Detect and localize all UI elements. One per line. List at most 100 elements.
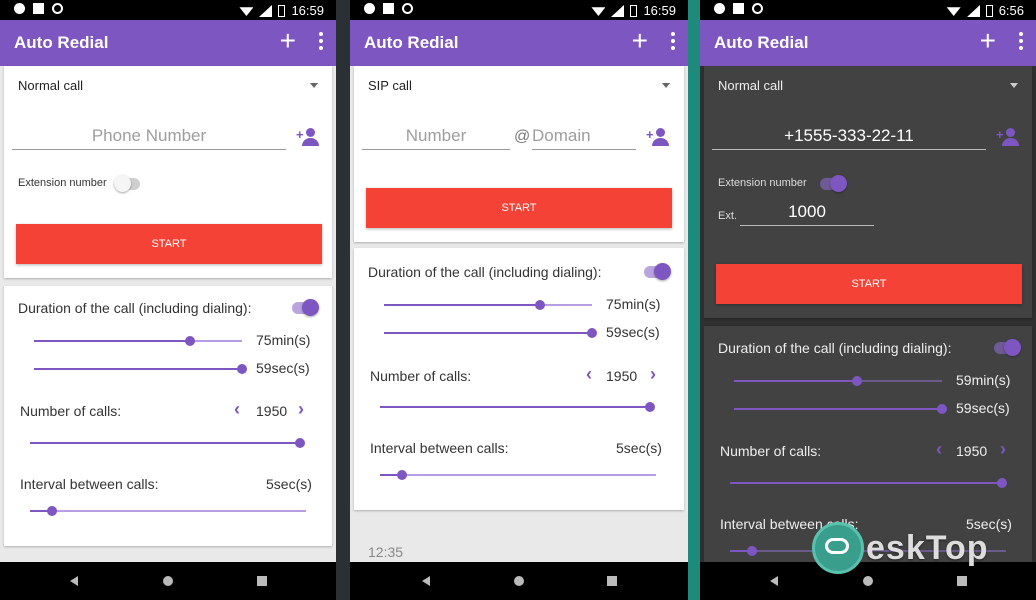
back-icon[interactable] — [422, 576, 430, 586]
call-type-select[interactable]: SIP call — [368, 78, 412, 93]
minutes-value: 75min(s) — [256, 332, 311, 348]
duration-toggle[interactable] — [994, 339, 1021, 356]
calls-label: Number of calls: — [20, 403, 122, 419]
add-contact-icon[interactable]: + — [646, 128, 672, 148]
calls-slider[interactable] — [380, 402, 655, 412]
minutes-slider[interactable] — [384, 300, 592, 310]
duration-label: Duration of the call (including dialing)… — [18, 300, 252, 316]
app-title: Auto Redial — [714, 33, 809, 52]
add-icon[interactable]: + — [632, 27, 648, 55]
battery-icon — [630, 4, 638, 17]
duration-label: Duration of the call (including dialing)… — [368, 264, 602, 280]
recents-icon[interactable] — [257, 576, 267, 586]
extension-label: Extension number — [718, 177, 807, 189]
sip-number-input[interactable]: Number — [362, 126, 510, 150]
add-icon[interactable]: + — [280, 27, 296, 55]
calls-slider[interactable] — [730, 478, 1007, 488]
minutes-slider[interactable] — [34, 336, 242, 346]
extension-toggle[interactable] — [820, 175, 847, 192]
status-bar: 16:59 — [0, 0, 336, 20]
navigation-bar — [350, 562, 688, 600]
more-options-icon[interactable] — [318, 32, 324, 50]
status-bar: 16:59 — [350, 0, 688, 20]
history-time: 12:35 — [368, 544, 404, 560]
chevron-left-icon[interactable]: ‹ — [234, 399, 240, 420]
settings-card: Duration of the call (including dialing)… — [4, 286, 332, 546]
home-icon[interactable] — [514, 576, 524, 586]
recents-icon[interactable] — [957, 576, 967, 586]
dropdown-arrow-icon[interactable] — [1010, 83, 1018, 88]
chevron-right-icon[interactable]: › — [298, 399, 304, 420]
add-contact-icon[interactable]: + — [996, 128, 1022, 148]
signal-icon — [966, 4, 980, 17]
call-type-select[interactable]: Normal call — [18, 78, 83, 93]
calls-slider[interactable] — [30, 438, 305, 448]
status-bar: 6:56 — [700, 0, 1036, 20]
chevron-left-icon[interactable]: ‹ — [586, 364, 592, 385]
call-card: SIP call Number @ Domain + START — [354, 66, 684, 242]
app-bar: Auto Redial + — [0, 20, 336, 66]
start-button[interactable]: START — [366, 188, 672, 228]
duration-toggle[interactable] — [644, 263, 671, 280]
add-icon[interactable]: + — [980, 27, 996, 55]
recents-icon[interactable] — [607, 576, 617, 586]
home-icon[interactable] — [163, 576, 173, 586]
chevron-left-icon[interactable]: ‹ — [936, 439, 942, 460]
call-type-select[interactable]: Normal call — [718, 78, 783, 93]
seconds-slider[interactable] — [34, 364, 247, 374]
chevron-right-icon[interactable]: › — [650, 364, 656, 385]
interval-slider[interactable] — [30, 506, 306, 516]
at-sign: @ — [514, 128, 531, 145]
calls-value: 1950 — [256, 403, 288, 419]
sim-icon — [383, 3, 394, 14]
seconds-slider[interactable] — [384, 328, 597, 338]
call-card: Normal call Phone Number + Extension num… — [4, 66, 332, 278]
back-icon[interactable] — [770, 576, 778, 586]
home-icon[interactable] — [863, 576, 873, 586]
minutes-value: 59min(s) — [956, 372, 1011, 388]
phone-screen-sip-call: 16:59 Auto Redial + SIP call Number @ Do… — [350, 0, 688, 600]
battery-icon — [278, 4, 286, 17]
duration-toggle[interactable] — [292, 299, 319, 316]
wifi-icon — [946, 7, 961, 16]
sip-domain-input[interactable]: Domain — [532, 126, 636, 150]
clock: 6:56 — [998, 3, 1024, 18]
seconds-slider[interactable] — [734, 404, 947, 414]
extension-label: Extension number — [18, 177, 107, 189]
extension-input[interactable]: 1000 — [740, 202, 874, 226]
watermark: eskTop — [812, 522, 989, 574]
app-bar: Auto Redial + — [350, 20, 688, 66]
add-contact-icon[interactable]: + — [296, 128, 322, 148]
extension-toggle[interactable] — [114, 175, 140, 192]
ext-short-label: Ext. — [718, 210, 737, 222]
circle-icon — [52, 3, 63, 14]
seconds-value: 59sec(s) — [256, 360, 310, 376]
duration-label: Duration of the call (including dialing)… — [718, 340, 952, 356]
clock: 16:59 — [291, 3, 324, 18]
calls-label: Number of calls: — [720, 443, 822, 459]
signal-icon — [259, 4, 273, 17]
dropdown-arrow-icon[interactable] — [662, 83, 670, 88]
start-button[interactable]: START — [716, 264, 1022, 304]
wifi-icon — [239, 7, 254, 16]
seconds-value: 59sec(s) — [956, 400, 1010, 416]
phone-number-input[interactable]: +1555-333-22-11 — [712, 126, 986, 150]
interval-value: 5sec(s) — [266, 476, 312, 492]
more-options-icon[interactable] — [670, 32, 676, 50]
interval-slider[interactable] — [380, 470, 656, 480]
sim-icon — [733, 3, 744, 14]
phone-number-input[interactable]: Phone Number — [12, 126, 286, 150]
calls-value: 1950 — [606, 368, 638, 384]
more-options-icon[interactable] — [1018, 32, 1024, 50]
phone-screen-normal-call: 16:59 Auto Redial + Normal call Phone Nu… — [0, 0, 336, 600]
back-icon[interactable] — [70, 576, 78, 586]
minutes-slider[interactable] — [734, 376, 942, 386]
screenshot-collage: 16:59 Auto Redial + Normal call Phone Nu… — [0, 0, 1036, 600]
dropdown-arrow-icon[interactable] — [310, 83, 318, 88]
wifi-icon — [591, 7, 606, 16]
settings-icon — [14, 3, 25, 14]
settings-card: Duration of the call (including dialing)… — [354, 248, 684, 510]
start-button[interactable]: START — [16, 224, 322, 264]
settings-icon — [364, 3, 375, 14]
chevron-right-icon[interactable]: › — [1000, 439, 1006, 460]
